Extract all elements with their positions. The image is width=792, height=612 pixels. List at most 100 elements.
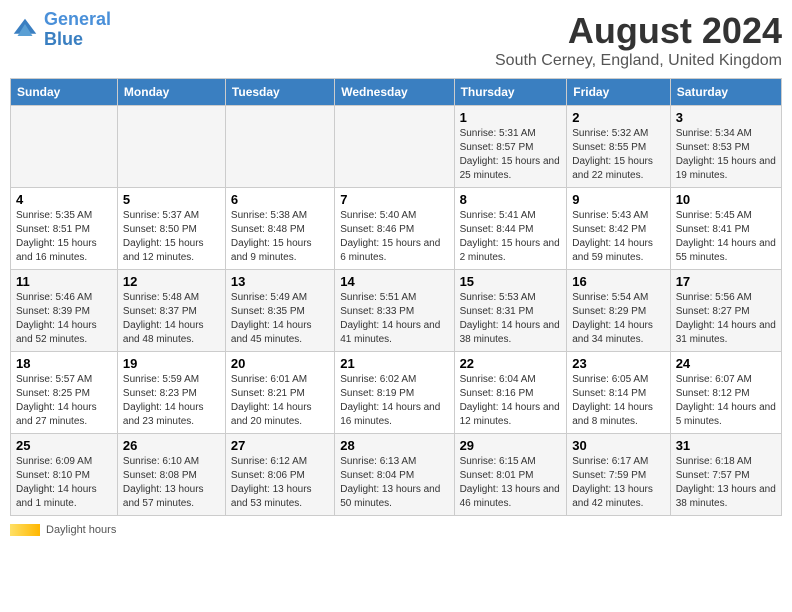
calendar-day-header: Wednesday: [335, 79, 454, 106]
cell-day-number: 24: [676, 356, 776, 371]
footer: Daylight hours: [10, 524, 782, 536]
calendar-cell: [225, 106, 334, 188]
calendar-cell: 11Sunrise: 5:46 AMSunset: 8:39 PMDayligh…: [11, 270, 118, 352]
cell-info: Sunrise: 5:34 AMSunset: 8:53 PMDaylight:…: [676, 127, 776, 183]
logo-line1: General: [44, 9, 111, 29]
cell-info: Sunrise: 5:56 AMSunset: 8:27 PMDaylight:…: [676, 291, 776, 347]
logo-line2: Blue: [44, 29, 83, 49]
calendar-cell: [11, 106, 118, 188]
cell-info: Sunrise: 5:54 AMSunset: 8:29 PMDaylight:…: [572, 291, 664, 347]
calendar-cell: [335, 106, 454, 188]
cell-day-number: 15: [460, 274, 562, 289]
cell-day-number: 10: [676, 192, 776, 207]
calendar-cell: 8Sunrise: 5:41 AMSunset: 8:44 PMDaylight…: [454, 188, 567, 270]
calendar-cell: 31Sunrise: 6:18 AMSunset: 7:57 PMDayligh…: [670, 434, 781, 516]
cell-day-number: 22: [460, 356, 562, 371]
cell-day-number: 17: [676, 274, 776, 289]
cell-info: Sunrise: 5:40 AMSunset: 8:46 PMDaylight:…: [340, 209, 448, 265]
daylight-bar-icon: [10, 524, 40, 536]
calendar-cell: 15 Sunrise: 5:53 AMSunset: 8:31 PMDayligh…: [454, 270, 567, 352]
cell-day-number: 1: [460, 110, 562, 125]
calendar-cell: 10Sunrise: 5:45 AMSunset: 8:41 PMDayligh…: [670, 188, 781, 270]
cell-info: Sunrise: 6:09 AMSunset: 8:10 PMDaylight:…: [16, 455, 112, 511]
calendar-cell: 26 Sunrise: 6:10 AMSunset: 8:08 PMDayligh…: [117, 434, 225, 516]
calendar-cell: 20Sunrise: 6:01 AMSunset: 8:21 PMDayligh…: [225, 352, 334, 434]
cell-info: Sunrise: 5:51 AMSunset: 8:33 PMDaylight:…: [340, 291, 448, 347]
cell-day-number: 31: [676, 438, 776, 453]
calendar-cell: 23Sunrise: 6:05 AMSunset: 8:14 PMDayligh…: [567, 352, 670, 434]
title-area: August 2024 South Cerney, England, Unite…: [495, 10, 782, 70]
cell-day-number: 12: [123, 274, 220, 289]
calendar-cell: 1Sunrise: 5:31 AMSunset: 8:57 PMDaylight…: [454, 106, 567, 188]
calendar-cell: 4Sunrise: 5:35 AMSunset: 8:51 PMDaylight…: [11, 188, 118, 270]
cell-day-number: 23: [572, 356, 664, 371]
cell-info: Sunrise: 5:46 AMSunset: 8:39 PMDaylight:…: [16, 291, 112, 347]
calendar-cell: 16 Sunrise: 5:54 AMSunset: 8:29 PMDayligh…: [567, 270, 670, 352]
cell-info: Sunrise: 6:13 AMSunset: 8:04 PMDaylight:…: [340, 455, 448, 511]
calendar-day-header: Tuesday: [225, 79, 334, 106]
calendar-cell: 9 Sunrise: 5:43 AMSunset: 8:42 PMDaylight…: [567, 188, 670, 270]
cell-info: Sunrise: 6:02 AMSunset: 8:19 PMDaylight:…: [340, 373, 448, 429]
calendar-day-header: Thursday: [454, 79, 567, 106]
cell-day-number: 2: [572, 110, 664, 125]
calendar-cell: 21 Sunrise: 6:02 AMSunset: 8:19 PMDayligh…: [335, 352, 454, 434]
calendar-cell: 12 Sunrise: 5:48 AMSunset: 8:37 PMDayligh…: [117, 270, 225, 352]
cell-day-number: 21: [340, 356, 448, 371]
cell-day-number: 9: [572, 192, 664, 207]
cell-info: Sunrise: 5:49 AMSunset: 8:35 PMDaylight:…: [231, 291, 329, 347]
cell-info: Sunrise: 6:12 AMSunset: 8:06 PMDaylight:…: [231, 455, 329, 511]
calendar-day-header: Saturday: [670, 79, 781, 106]
cell-info: Sunrise: 6:10 AMSunset: 8:08 PMDaylight:…: [123, 455, 220, 511]
cell-info: Sunrise: 6:17 AMSunset: 7:59 PMDaylight:…: [572, 455, 664, 511]
cell-info: Sunrise: 5:38 AMSunset: 8:48 PMDaylight:…: [231, 209, 329, 265]
cell-info: Sunrise: 5:48 AMSunset: 8:37 PMDaylight:…: [123, 291, 220, 347]
cell-day-number: 27: [231, 438, 329, 453]
calendar-cell: [117, 106, 225, 188]
header: General Blue August 2024 South Cerney, E…: [10, 10, 782, 70]
cell-day-number: 16: [572, 274, 664, 289]
cell-info: Sunrise: 5:43 AMSunset: 8:42 PMDaylight:…: [572, 209, 664, 265]
calendar-cell: 6 Sunrise: 5:38 AMSunset: 8:48 PMDaylight…: [225, 188, 334, 270]
calendar-week-row: 4Sunrise: 5:35 AMSunset: 8:51 PMDaylight…: [11, 188, 782, 270]
cell-day-number: 26: [123, 438, 220, 453]
calendar-cell: 22 Sunrise: 6:04 AMSunset: 8:16 PMDayligh…: [454, 352, 567, 434]
calendar-day-header: Friday: [567, 79, 670, 106]
cell-info: Sunrise: 5:53 AMSunset: 8:31 PMDaylight:…: [460, 291, 562, 347]
cell-info: Sunrise: 5:41 AMSunset: 8:44 PMDaylight:…: [460, 209, 562, 265]
calendar-cell: 18 Sunrise: 5:57 AMSunset: 8:25 PMDayligh…: [11, 352, 118, 434]
logo-icon: [10, 15, 40, 45]
calendar-cell: 2 Sunrise: 5:32 AMSunset: 8:55 PMDaylight…: [567, 106, 670, 188]
cell-info: Sunrise: 5:59 AMSunset: 8:23 PMDaylight:…: [123, 373, 220, 429]
page-subtitle: South Cerney, England, United Kingdom: [495, 52, 782, 70]
cell-day-number: 7: [340, 192, 448, 207]
cell-day-number: 18: [16, 356, 112, 371]
cell-day-number: 14: [340, 274, 448, 289]
calendar-week-row: 18 Sunrise: 5:57 AMSunset: 8:25 PMDayligh…: [11, 352, 782, 434]
calendar-cell: 27 Sunrise: 6:12 AMSunset: 8:06 PMDayligh…: [225, 434, 334, 516]
cell-info: Sunrise: 5:57 AMSunset: 8:25 PMDaylight:…: [16, 373, 112, 429]
cell-day-number: 28: [340, 438, 448, 453]
cell-info: Sunrise: 6:07 AMSunset: 8:12 PMDaylight:…: [676, 373, 776, 429]
cell-day-number: 6: [231, 192, 329, 207]
logo: General Blue: [10, 10, 111, 50]
cell-day-number: 19: [123, 356, 220, 371]
calendar-cell: 19 Sunrise: 5:59 AMSunset: 8:23 PMDayligh…: [117, 352, 225, 434]
calendar-day-header: Monday: [117, 79, 225, 106]
cell-info: Sunrise: 5:32 AMSunset: 8:55 PMDaylight:…: [572, 127, 664, 183]
cell-day-number: 20: [231, 356, 329, 371]
page-title: August 2024: [495, 10, 782, 52]
cell-info: Sunrise: 5:37 AMSunset: 8:50 PMDaylight:…: [123, 209, 220, 265]
cell-info: Sunrise: 6:04 AMSunset: 8:16 PMDaylight:…: [460, 373, 562, 429]
cell-day-number: 4: [16, 192, 112, 207]
calendar-week-row: 25 Sunrise: 6:09 AMSunset: 8:10 PMDayligh…: [11, 434, 782, 516]
calendar-cell: 29Sunrise: 6:15 AMSunset: 8:01 PMDayligh…: [454, 434, 567, 516]
calendar-day-header: Sunday: [11, 79, 118, 106]
calendar-cell: 14 Sunrise: 5:51 AMSunset: 8:33 PMDayligh…: [335, 270, 454, 352]
calendar-cell: 17 Sunrise: 5:56 AMSunset: 8:27 PMDayligh…: [670, 270, 781, 352]
calendar-cell: 7 Sunrise: 5:40 AMSunset: 8:46 PMDaylight…: [335, 188, 454, 270]
cell-day-number: 25: [16, 438, 112, 453]
calendar-cell: 3 Sunrise: 5:34 AMSunset: 8:53 PMDaylight…: [670, 106, 781, 188]
cell-day-number: 3: [676, 110, 776, 125]
cell-day-number: 30: [572, 438, 664, 453]
daylight-label: Daylight hours: [46, 524, 116, 536]
